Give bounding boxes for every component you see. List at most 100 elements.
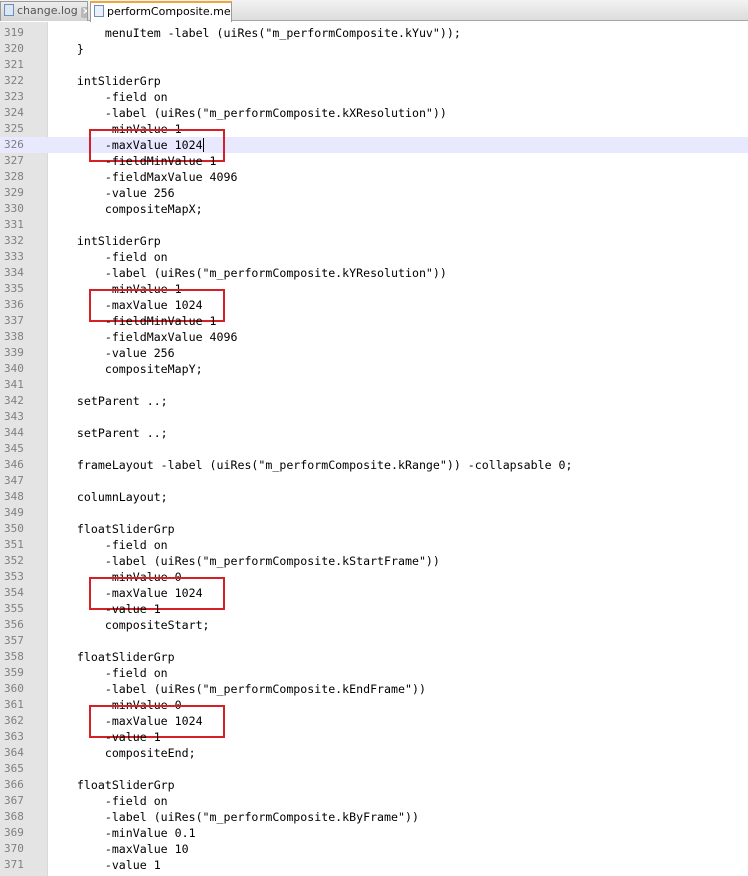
code-line[interactable]: 369 -minValue 0.1: [0, 825, 748, 841]
code-line[interactable]: 370 -maxValue 10: [0, 841, 748, 857]
code-line[interactable]: 339 -value 256: [0, 345, 748, 361]
line-number: 330: [4, 202, 24, 215]
line-number: 350: [4, 522, 24, 535]
code-line[interactable]: 355 -value 1: [0, 601, 748, 617]
code-line[interactable]: 353 -minValue 0: [0, 569, 748, 585]
code-line[interactable]: 327 -fieldMinValue 1: [0, 153, 748, 169]
code-text: -label (uiRes("m_performComposite.kStart…: [49, 554, 440, 568]
line-number: 346: [4, 458, 24, 471]
code-line[interactable]: 333 -field on: [0, 249, 748, 265]
code-line[interactable]: 345: [0, 441, 748, 457]
code-line[interactable]: 347: [0, 473, 748, 489]
code-line[interactable]: 319 menuItem -label (uiRes("m_performCom…: [0, 25, 748, 41]
code-line[interactable]: 335 -minValue 1: [0, 281, 748, 297]
code-text: compositeStart;: [49, 618, 210, 632]
line-number: 353: [4, 570, 24, 583]
code-line[interactable]: 350 floatSliderGrp: [0, 521, 748, 537]
code-line[interactable]: 366 floatSliderGrp: [0, 777, 748, 793]
code-text: -field on: [49, 90, 168, 104]
line-number: 328: [4, 170, 24, 183]
code-line[interactable]: 322 intSliderGrp: [0, 73, 748, 89]
line-number: 348: [4, 490, 24, 503]
line-number: 336: [4, 298, 24, 311]
code-text: -value 256: [49, 186, 175, 200]
code-line[interactable]: 360 -label (uiRes("m_performComposite.kE…: [0, 681, 748, 697]
line-number: 352: [4, 554, 24, 567]
code-line[interactable]: 342 setParent ..;: [0, 393, 748, 409]
code-line[interactable]: 328 -fieldMaxValue 4096: [0, 169, 748, 185]
code-text: -minValue 1: [49, 282, 182, 296]
code-text: compositeMapX;: [49, 202, 203, 216]
code-line[interactable]: 331: [0, 217, 748, 233]
code-text: -minValue 0: [49, 570, 182, 584]
line-number: 361: [4, 698, 24, 711]
line-number: 351: [4, 538, 24, 551]
code-line[interactable]: 357: [0, 633, 748, 649]
code-line[interactable]: 367 -field on: [0, 793, 748, 809]
tab-bar: change.log× performComposite.mel×: [0, 0, 748, 22]
code-text: frameLayout -label (uiRes("m_performComp…: [49, 458, 573, 472]
code-line[interactable]: 340 compositeMapY;: [0, 361, 748, 377]
line-number: 342: [4, 394, 24, 407]
file-icon: [94, 5, 104, 17]
code-line[interactable]: 343: [0, 409, 748, 425]
code-line[interactable]: 354 -maxValue 1024: [0, 585, 748, 601]
code-text: -label (uiRes("m_performComposite.kXReso…: [49, 106, 447, 120]
code-text: -field on: [49, 794, 168, 808]
line-number: 359: [4, 666, 24, 679]
code-line[interactable]: 332 intSliderGrp: [0, 233, 748, 249]
code-line[interactable]: 351 -field on: [0, 537, 748, 553]
line-number: 326: [4, 138, 24, 151]
code-line[interactable]: 352 -label (uiRes("m_performComposite.kS…: [0, 553, 748, 569]
code-line[interactable]: 361 -minValue 0: [0, 697, 748, 713]
code-line[interactable]: 368 -label (uiRes("m_performComposite.kB…: [0, 809, 748, 825]
code-line[interactable]: 325 -minValue 1: [0, 121, 748, 137]
line-number: 354: [4, 586, 24, 599]
code-line[interactable]: 356 compositeStart;: [0, 617, 748, 633]
code-line[interactable]: 349: [0, 505, 748, 521]
code-line[interactable]: 364 compositeEnd;: [0, 745, 748, 761]
code-line[interactable]: 341: [0, 377, 748, 393]
code-text: menuItem -label (uiRes("m_performComposi…: [49, 26, 461, 40]
tab-label: change.log: [17, 4, 78, 17]
line-number: 358: [4, 650, 24, 663]
code-line[interactable]: 321: [0, 57, 748, 73]
code-line[interactable]: 338 -fieldMaxValue 4096: [0, 329, 748, 345]
line-number: 349: [4, 506, 24, 519]
code-line[interactable]: 337 -fieldMinValue 1: [0, 313, 748, 329]
code-line[interactable]: 336 -maxValue 1024: [0, 297, 748, 313]
code-line[interactable]: 348 columnLayout;: [0, 489, 748, 505]
code-text: setParent ..;: [49, 426, 168, 440]
code-text: -label (uiRes("m_performComposite.kYReso…: [49, 266, 447, 280]
code-line[interactable]: 344 setParent ..;: [0, 425, 748, 441]
code-line[interactable]: 330 compositeMapX;: [0, 201, 748, 217]
code-line[interactable]: 362 -maxValue 1024: [0, 713, 748, 729]
code-line[interactable]: 324 -label (uiRes("m_performComposite.kX…: [0, 105, 748, 121]
line-number: 347: [4, 474, 24, 487]
code-text: -minValue 0.1: [49, 826, 196, 840]
line-number: 371: [4, 858, 24, 871]
tab-change-log[interactable]: change.log×: [0, 1, 88, 21]
current-code-line[interactable]: 326 -maxValue 1024: [0, 137, 748, 153]
code-line[interactable]: 346 frameLayout -label (uiRes("m_perform…: [0, 457, 748, 473]
line-number: 341: [4, 378, 24, 391]
code-editor[interactable]: 319 menuItem -label (uiRes("m_performCom…: [0, 22, 748, 876]
code-line[interactable]: 365: [0, 761, 748, 777]
code-line[interactable]: 359 -field on: [0, 665, 748, 681]
line-number: 323: [4, 90, 24, 103]
code-line[interactable]: 358 floatSliderGrp: [0, 649, 748, 665]
close-icon[interactable]: ×: [80, 7, 87, 18]
code-text: -fieldMinValue 1: [49, 154, 217, 168]
code-line[interactable]: 323 -field on: [0, 89, 748, 105]
code-text: -minValue 1: [49, 122, 182, 136]
code-text: compositeEnd;: [49, 746, 196, 760]
line-number: 360: [4, 682, 24, 695]
code-line[interactable]: 329 -value 256: [0, 185, 748, 201]
code-line[interactable]: 320 }: [0, 41, 748, 57]
code-text: -maxValue 1024: [49, 586, 203, 600]
tab-performcomposite-mel[interactable]: performComposite.mel×: [90, 1, 232, 22]
code-line[interactable]: 363 -value 1: [0, 729, 748, 745]
code-line[interactable]: 371 -value 1: [0, 857, 748, 873]
code-line[interactable]: 334 -label (uiRes("m_performComposite.kY…: [0, 265, 748, 281]
line-number: 338: [4, 330, 24, 343]
